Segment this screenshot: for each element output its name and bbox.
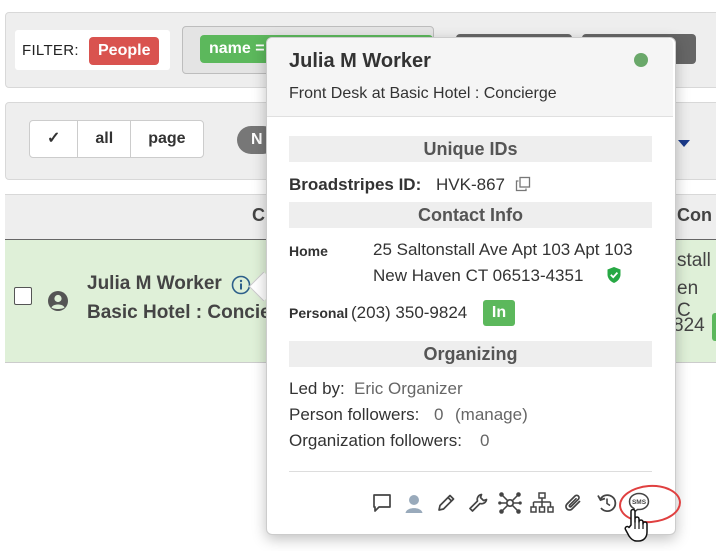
manage-followers-link[interactable]: (manage) [455,405,528,425]
column-header-con[interactable]: Con [677,205,712,226]
history-icon[interactable] [594,490,620,516]
home-address-line1: 25 Saltonstall Ave Apt 103 Apt 103 [373,240,633,259]
person-followers-label: Person followers: [289,405,420,424]
chevron-down-icon[interactable] [678,140,690,147]
popover-person-name: Julia M Worker [289,50,431,72]
row-phone: 824 [673,315,705,336]
person-followers-value: 0 [434,405,444,424]
row-address-line1: stall [677,250,711,271]
select-page-button[interactable]: page [131,121,202,157]
broadstripes-id-value: HVK-867 [436,175,505,194]
hand-cursor-icon [624,507,650,548]
led-by-label: Led by: [289,379,345,398]
select-button-group: ✓ all page [29,120,204,158]
filter-chip-people[interactable]: People [89,37,160,65]
personal-phone-value[interactable]: (203) 350-9824 [351,303,467,323]
broadstripes-id-label: Broadstripes ID: [289,175,422,194]
row-organization: Basic Hotel : Concie [87,302,271,323]
popover-subtitle: Front Desk at Basic Hotel : Concierge [289,85,557,102]
network-icon[interactable] [497,490,523,516]
comment-icon[interactable] [369,490,395,516]
section-organizing: Organizing [289,341,652,367]
info-icon[interactable] [231,275,251,300]
verified-icon [606,266,622,289]
column-header-c[interactable]: C [252,205,265,226]
row-checkbox[interactable] [14,287,32,305]
select-all-button[interactable]: all [78,121,132,157]
section-unique-ids: Unique IDs [289,136,652,162]
status-online-icon [634,53,648,67]
phone-status-badge: In [483,300,515,326]
copy-icon[interactable] [515,176,531,197]
org-chart-icon[interactable] [529,490,555,516]
home-label: Home [289,243,328,259]
section-contact-info: Contact Info [289,202,652,228]
led-by-value[interactable]: Eric Organizer [354,379,463,399]
personal-phone-label: Personal [289,305,349,321]
pencil-icon[interactable] [433,490,459,516]
wrench-icon[interactable] [465,490,491,516]
filter-label: FILTER: [22,42,79,59]
popover-divider [289,471,652,472]
row-in-badge [712,313,716,341]
org-followers-label: Organization followers: [289,431,462,450]
paperclip-icon[interactable] [561,490,587,516]
home-address-line2: New Haven CT 06513-4351 [373,266,584,285]
person-circle-icon [47,290,69,317]
user-icon[interactable] [401,490,427,516]
select-check-button[interactable]: ✓ [30,121,79,157]
org-followers-value: 0 [480,431,490,450]
row-person-name[interactable]: Julia M Worker [87,273,222,295]
